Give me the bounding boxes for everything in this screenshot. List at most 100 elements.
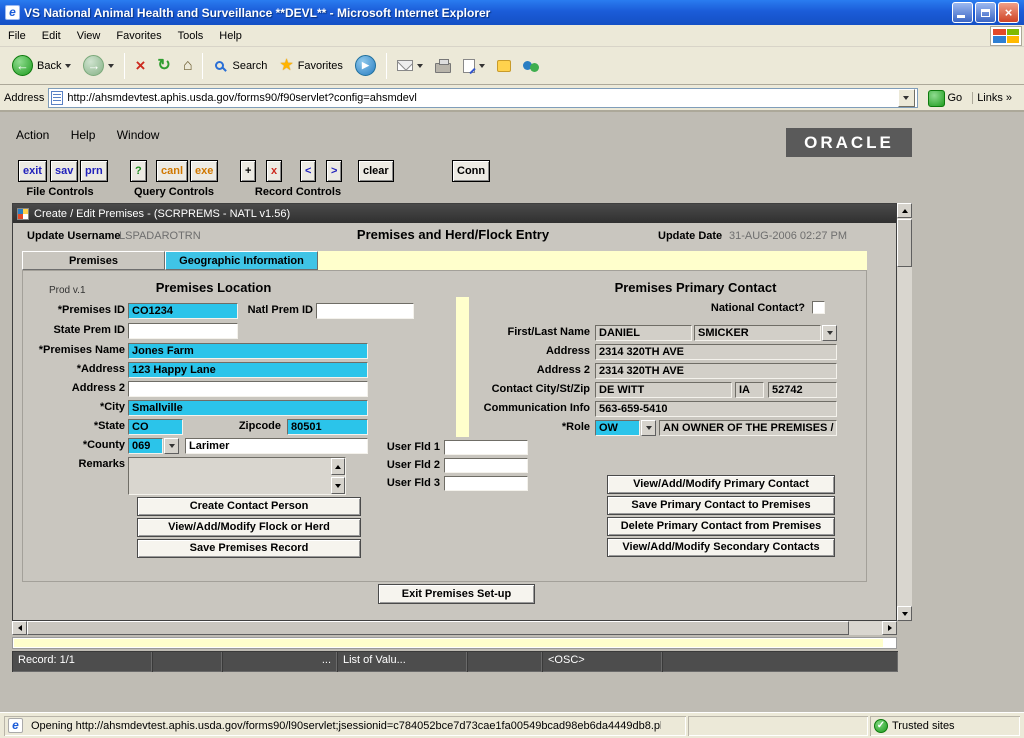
state-field[interactable]: CO: [128, 419, 183, 435]
save-premises-record-button[interactable]: Save Premises Record: [137, 539, 361, 558]
home-button[interactable]: ⌂: [177, 55, 199, 77]
county-name-field[interactable]: Larimer: [185, 438, 368, 454]
arrow-up-icon: [902, 209, 908, 213]
address-dropdown-button[interactable]: [898, 89, 915, 107]
tab-geographic-information[interactable]: Geographic Information: [165, 251, 318, 270]
delete-primary-contact-from-premises-button[interactable]: Delete Primary Contact from Premises: [607, 517, 835, 536]
back-button[interactable]: ← Back: [6, 52, 77, 79]
address-input[interactable]: http://ahsmdevtest.aphis.usda.gov/forms9…: [48, 88, 917, 108]
user-fld-3-field[interactable]: [444, 476, 528, 491]
contact-name-dropdown-button[interactable]: [822, 325, 837, 341]
favorites-button[interactable]: ★ Favorites: [273, 55, 349, 77]
scroll-up-button[interactable]: [331, 458, 345, 475]
discuss-icon: [497, 60, 511, 72]
minimize-button[interactable]: [952, 2, 973, 23]
vertical-scroll-thumb[interactable]: [897, 219, 912, 267]
menu-favorites[interactable]: Favorites: [108, 27, 169, 45]
menu-tools[interactable]: Tools: [170, 27, 212, 45]
view-add-modify-secondary-contacts-button[interactable]: View/Add/Modify Secondary Contacts: [607, 538, 835, 557]
discuss-button[interactable]: [491, 57, 517, 75]
links-button[interactable]: Links »: [972, 92, 1020, 104]
contact-address-field[interactable]: 2314 320TH AVE: [595, 344, 837, 360]
communication-info-field[interactable]: 563-659-5410: [595, 401, 837, 417]
scroll-down-button[interactable]: [331, 477, 345, 494]
menu-view[interactable]: View: [69, 27, 109, 45]
address2-field[interactable]: [128, 381, 368, 397]
tab-premises[interactable]: Premises: [22, 251, 165, 270]
remarks-field[interactable]: [128, 457, 346, 495]
scroll-right-button[interactable]: [882, 621, 897, 635]
mail-dropdown-icon[interactable]: [417, 64, 423, 68]
record-next-button[interactable]: >: [326, 160, 342, 182]
menu-edit[interactable]: Edit: [34, 27, 69, 45]
city-field[interactable]: Smallville: [128, 400, 368, 416]
county-dropdown-button[interactable]: [164, 438, 179, 454]
record-add-button[interactable]: +: [240, 160, 256, 182]
record-clear-button[interactable]: clear: [358, 160, 394, 182]
applet-menu-window[interactable]: Window: [117, 128, 160, 142]
address-value[interactable]: http://ahsmdevtest.aphis.usda.gov/forms9…: [67, 92, 893, 104]
exit-premises-setup-button[interactable]: Exit Premises Set-up: [378, 584, 535, 604]
messenger-button[interactable]: [517, 56, 545, 76]
scroll-up-button[interactable]: [897, 203, 912, 218]
edit-button[interactable]: [457, 56, 491, 76]
conn-button[interactable]: Conn: [452, 160, 490, 182]
record-delete-button[interactable]: x: [266, 160, 282, 182]
maximize-button[interactable]: [975, 2, 996, 23]
natl-prem-id-field[interactable]: [316, 303, 414, 319]
zipcode-field[interactable]: 80501: [287, 419, 368, 435]
role-dropdown-button[interactable]: [641, 420, 656, 436]
vertical-scrollbar[interactable]: [897, 203, 912, 621]
print-record-button[interactable]: prn: [80, 160, 108, 182]
save-button[interactable]: sav: [50, 160, 78, 182]
update-date-value: 31-AUG-2006 02:27 PM: [729, 230, 847, 242]
query-cancel-button[interactable]: canl: [156, 160, 188, 182]
county-field[interactable]: 069: [128, 438, 163, 454]
query-help-button[interactable]: ?: [130, 160, 147, 182]
view-add-modify-primary-contact-button[interactable]: View/Add/Modify Primary Contact: [607, 475, 835, 494]
refresh-button[interactable]: ↻: [151, 55, 176, 77]
create-contact-person-button[interactable]: Create Contact Person: [137, 497, 361, 516]
role-field[interactable]: OW: [595, 420, 640, 436]
horizontal-scroll-thumb[interactable]: [27, 621, 849, 635]
contact-state-field[interactable]: IA: [735, 382, 764, 398]
menu-file[interactable]: File: [0, 27, 34, 45]
page-icon: [51, 91, 63, 105]
contact-address2-field[interactable]: 2314 320TH AVE: [595, 363, 837, 379]
save-primary-contact-to-premises-button[interactable]: Save Primary Contact to Premises: [607, 496, 835, 515]
state-prem-id-field[interactable]: [128, 323, 238, 339]
last-name-field[interactable]: SMICKER: [694, 325, 821, 341]
first-name-field[interactable]: DANIEL: [595, 325, 692, 341]
user-fld-2-field[interactable]: [444, 458, 528, 473]
role-description-field[interactable]: AN OWNER OF THE PREMISES / AI: [659, 420, 837, 436]
scroll-left-button[interactable]: [12, 621, 27, 635]
exit-button[interactable]: exit: [18, 160, 47, 182]
menu-help[interactable]: Help: [211, 27, 250, 45]
record-previous-button[interactable]: <: [300, 160, 316, 182]
close-button[interactable]: ×: [998, 2, 1019, 23]
applet-menu-action[interactable]: Action: [16, 128, 49, 142]
scroll-down-button[interactable]: [897, 606, 912, 621]
edit-dropdown-icon[interactable]: [479, 64, 485, 68]
stop-button[interactable]: ×: [129, 54, 151, 77]
forward-button[interactable]: →: [77, 52, 120, 79]
national-contact-checkbox[interactable]: [812, 301, 825, 314]
address-field[interactable]: 123 Happy Lane: [128, 362, 368, 378]
premises-name-field[interactable]: Jones Farm: [128, 343, 368, 359]
print-button[interactable]: [429, 56, 457, 76]
back-dropdown-icon[interactable]: [65, 64, 71, 68]
query-execute-button[interactable]: exe: [190, 160, 218, 182]
mail-button[interactable]: [391, 57, 429, 74]
contact-zip-field[interactable]: 52742: [768, 382, 837, 398]
horizontal-scrollbar[interactable]: [12, 621, 897, 635]
premises-id-field[interactable]: CO1234: [128, 303, 238, 319]
progress-cell: [688, 716, 868, 736]
applet-menu-help[interactable]: Help: [71, 128, 96, 142]
media-button[interactable]: ▶: [349, 52, 382, 79]
go-button[interactable]: Go: [922, 89, 969, 108]
view-add-modify-flock-or-herd-button[interactable]: View/Add/Modify Flock or Herd: [137, 518, 361, 537]
user-fld-1-field[interactable]: [444, 440, 528, 455]
forward-dropdown-icon[interactable]: [108, 64, 114, 68]
search-button[interactable]: Search: [207, 56, 273, 75]
contact-city-field[interactable]: DE WITT: [595, 382, 732, 398]
